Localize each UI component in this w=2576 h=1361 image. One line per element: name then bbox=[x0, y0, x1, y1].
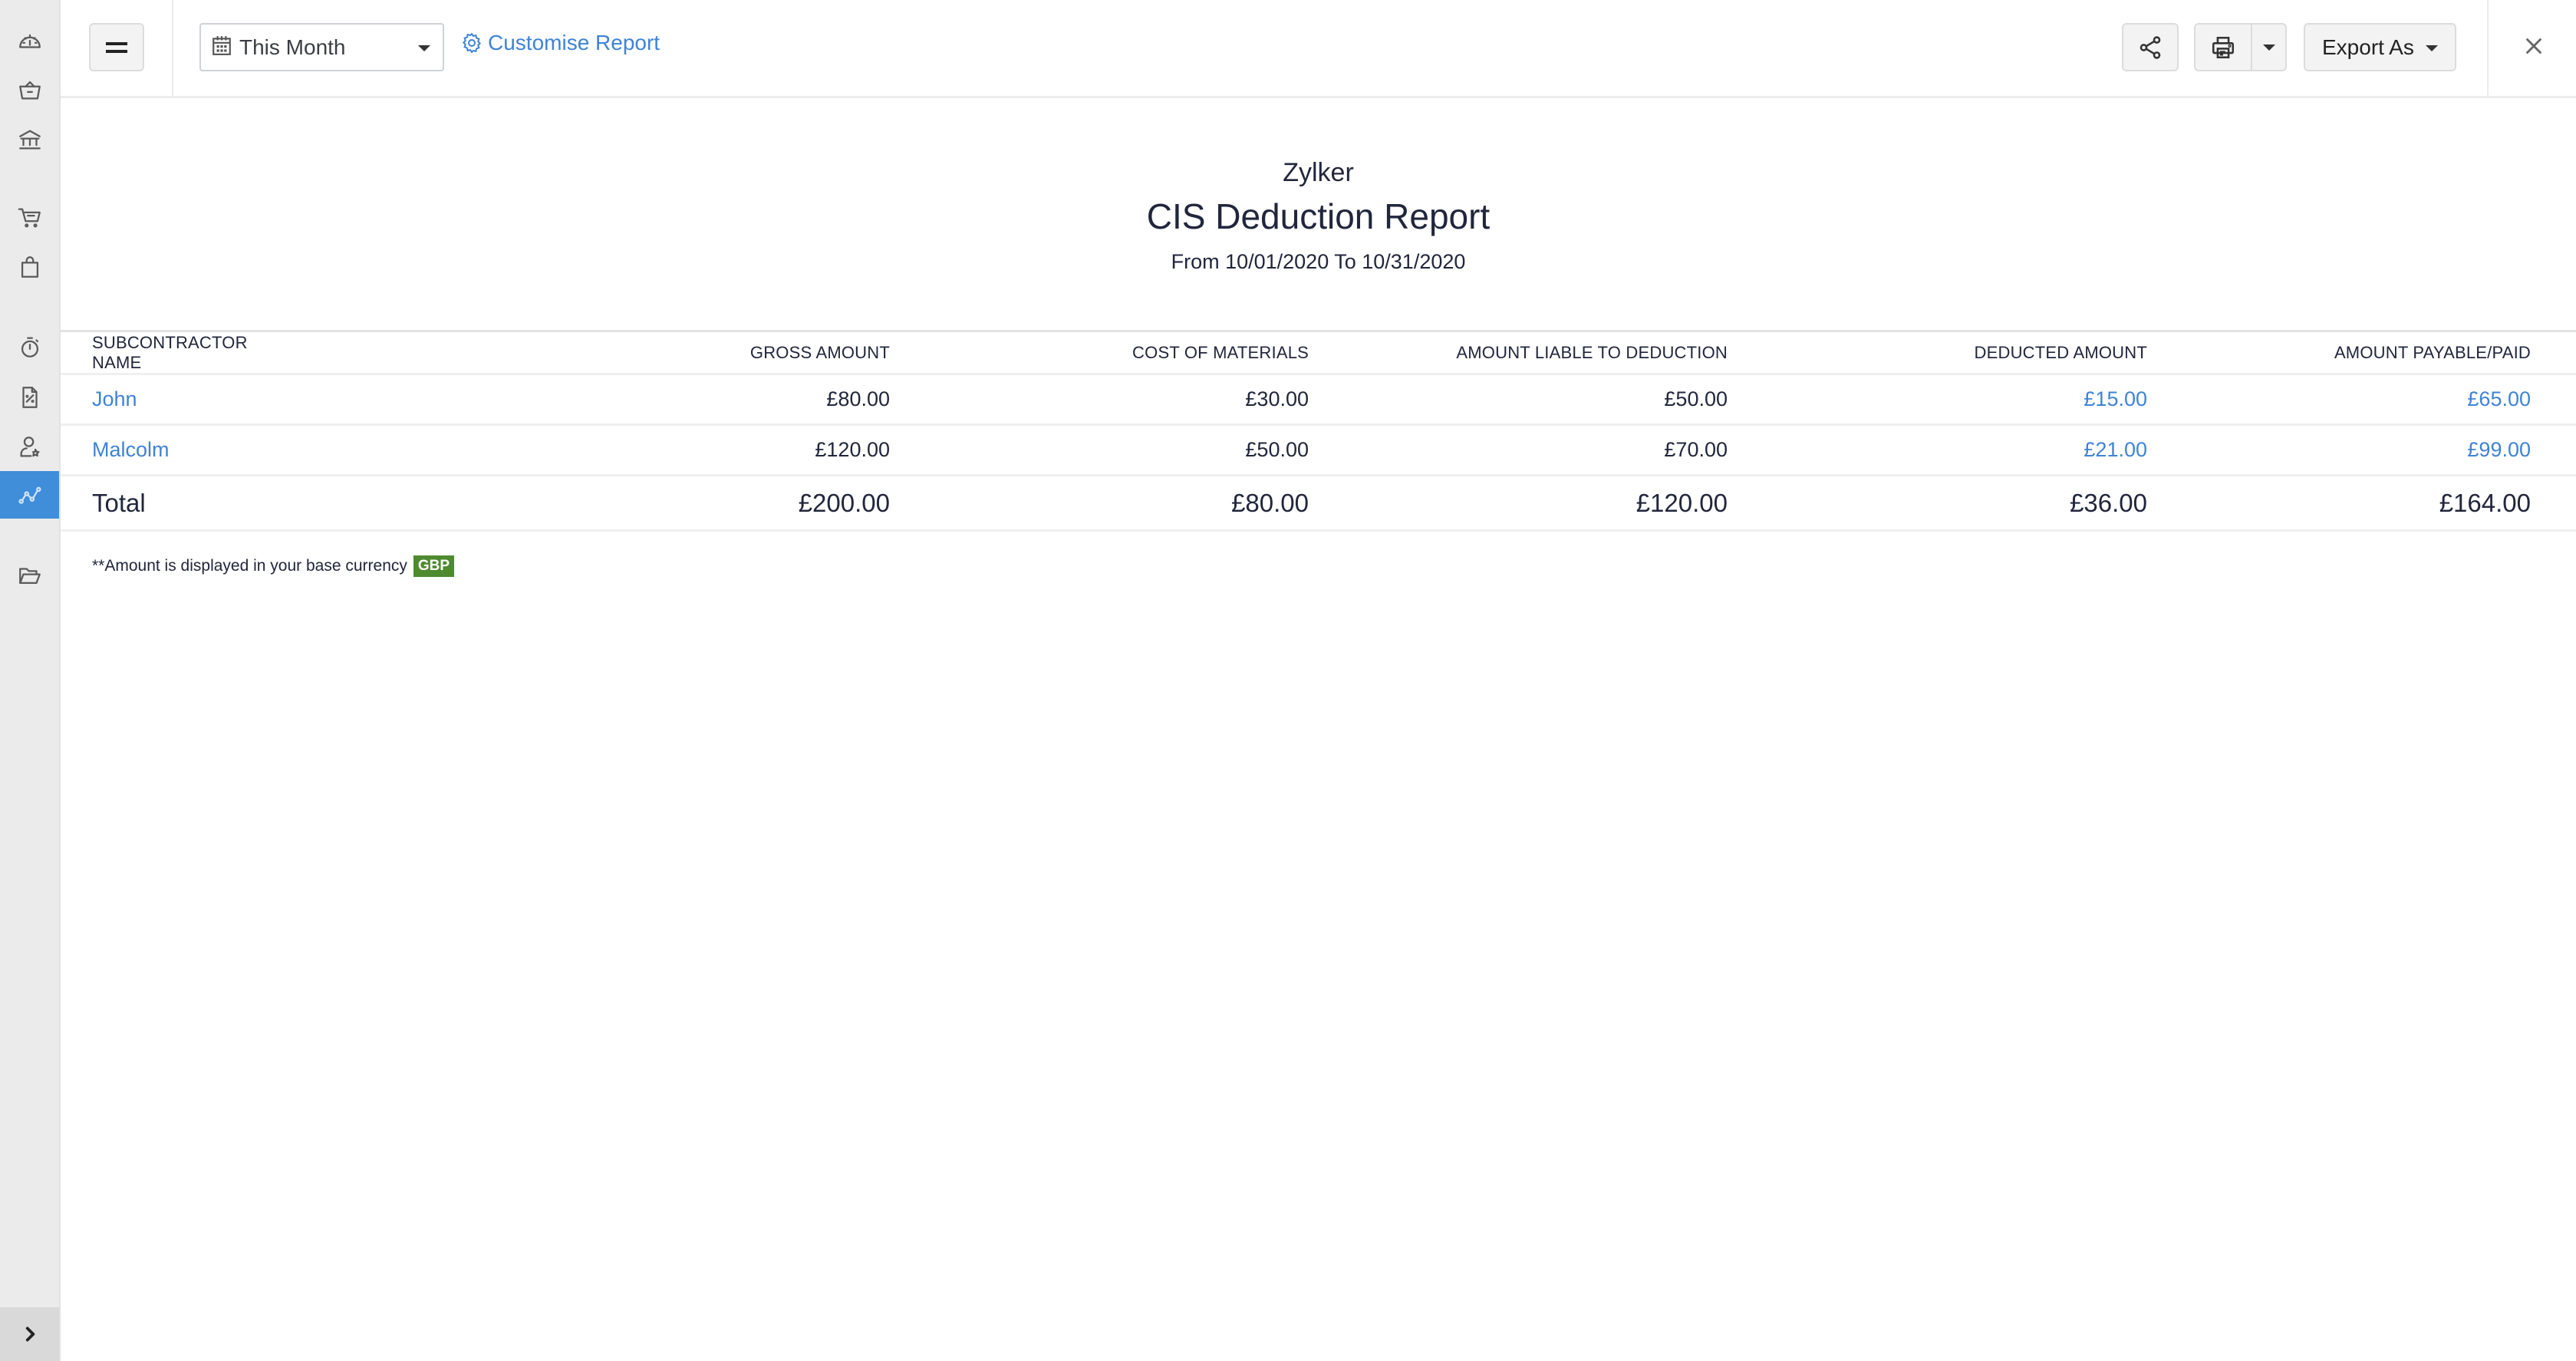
total-row: Total £200.00 £80.00 £120.00 £36.00 £164… bbox=[61, 476, 2576, 531]
date-range-value: This Month bbox=[239, 35, 346, 59]
dashboard-icon bbox=[18, 34, 41, 48]
chevron-down-icon bbox=[2426, 45, 2438, 51]
toolbar-divider bbox=[172, 0, 173, 96]
sidebar-item-accountant[interactable] bbox=[0, 424, 59, 470]
chevron-down-icon bbox=[418, 45, 430, 51]
column-header-subcontractor[interactable]: SUBCONTRACTOR NAME bbox=[61, 331, 275, 374]
deducted-amount-link[interactable]: £15.00 bbox=[1728, 374, 2147, 425]
sidebar-item-sales[interactable] bbox=[0, 67, 59, 113]
column-header-materials[interactable]: COST OF MATERIALS bbox=[890, 331, 1309, 374]
column-header-payable[interactable]: AMOUNT PAYABLE/PAID bbox=[2147, 331, 2531, 374]
sidebar-expand-button[interactable] bbox=[0, 1307, 59, 1361]
gear-icon bbox=[462, 32, 482, 54]
payable-amount-link[interactable]: £65.00 bbox=[2147, 374, 2531, 425]
footnote-text: **Amount is displayed in your base curre… bbox=[92, 557, 407, 575]
cart-icon bbox=[18, 208, 41, 228]
bag-icon bbox=[21, 256, 38, 278]
organization-name: Zylker bbox=[1283, 158, 1354, 187]
sales-basket-icon bbox=[18, 81, 41, 100]
deducted-amount-link[interactable]: £21.00 bbox=[1728, 425, 2147, 476]
tax-document-icon bbox=[21, 387, 38, 408]
sidebar-item-dashboard[interactable] bbox=[0, 18, 59, 64]
print-button-group bbox=[2194, 23, 2287, 71]
toolbar-divider bbox=[2487, 0, 2489, 96]
report-header: Zylker CIS Deduction Report From 10/01/2… bbox=[61, 153, 2576, 281]
sidebar bbox=[0, 0, 61, 1361]
column-header-deducted[interactable]: DEDUCTED AMOUNT bbox=[1728, 331, 2147, 374]
total-payable: £164.00 bbox=[2439, 488, 2531, 517]
sidebar-item-purchases[interactable] bbox=[0, 195, 59, 241]
column-header-liable[interactable]: AMOUNT LIABLE TO DEDUCTION bbox=[1309, 331, 1728, 374]
sidebar-item-time-tracking[interactable] bbox=[0, 324, 59, 370]
total-materials: £80.00 bbox=[1231, 488, 1309, 517]
user-star-icon bbox=[20, 437, 39, 457]
cost-of-materials: £50.00 bbox=[1245, 438, 1309, 461]
reports-chart-icon bbox=[18, 486, 41, 504]
folder-icon bbox=[18, 568, 41, 585]
amount-liable: £50.00 bbox=[1664, 387, 1728, 410]
print-button[interactable] bbox=[2196, 25, 2252, 70]
calendar-icon bbox=[212, 35, 232, 60]
table-header-row: SUBCONTRACTOR NAME GROSS AMOUNT COST OF … bbox=[61, 331, 2576, 374]
table-row: Malcolm £120.00 £50.00 £70.00 £21.00 £99… bbox=[61, 425, 2576, 476]
table-row: John £80.00 £30.00 £50.00 £15.00 £65.00 bbox=[61, 374, 2576, 425]
total-deducted: £36.00 bbox=[2070, 488, 2147, 517]
export-as-label: Export As bbox=[2322, 35, 2414, 59]
printer-icon bbox=[2212, 36, 2235, 58]
timer-icon bbox=[21, 337, 38, 358]
total-label: Total bbox=[92, 488, 146, 517]
report-date-range: From 10/01/2020 To 10/31/2020 bbox=[1171, 250, 1466, 273]
menu-button[interactable] bbox=[89, 23, 144, 71]
print-options-dropdown[interactable] bbox=[2252, 25, 2285, 70]
report-title: CIS Deduction Report bbox=[1146, 196, 1491, 236]
cis-deduction-table: SUBCONTRACTOR NAME GROSS AMOUNT COST OF … bbox=[61, 330, 2576, 532]
sidebar-item-items[interactable] bbox=[0, 244, 59, 290]
sidebar-item-banking[interactable] bbox=[0, 117, 59, 163]
gross-amount: £120.00 bbox=[815, 438, 890, 461]
customise-report-link[interactable]: Customise Report bbox=[460, 31, 660, 55]
bank-icon bbox=[18, 130, 41, 150]
export-as-button[interactable]: Export As bbox=[2304, 23, 2456, 71]
currency-footnote: **Amount is displayed in your base curre… bbox=[92, 555, 455, 577]
subcontractor-link[interactable]: John bbox=[61, 374, 275, 425]
close-icon bbox=[2525, 38, 2542, 54]
payable-amount-link[interactable]: £99.00 bbox=[2147, 425, 2531, 476]
date-range-select[interactable]: This Month bbox=[199, 23, 444, 71]
cost-of-materials: £30.00 bbox=[1245, 387, 1309, 410]
column-header-gross[interactable]: GROSS AMOUNT bbox=[275, 331, 890, 374]
customise-report-label: Customise Report bbox=[488, 31, 660, 54]
report-toolbar: This Month Customise Report Export As bbox=[61, 0, 2576, 98]
chevron-right-icon bbox=[25, 1326, 35, 1342]
hamburger-icon bbox=[106, 40, 127, 55]
amount-liable: £70.00 bbox=[1664, 438, 1728, 461]
gross-amount: £80.00 bbox=[826, 387, 890, 410]
total-liable: £120.00 bbox=[1636, 488, 1728, 517]
share-icon bbox=[2140, 35, 2161, 59]
sidebar-item-taxes[interactable] bbox=[0, 374, 59, 420]
share-button[interactable] bbox=[2122, 23, 2179, 71]
chevron-down-icon bbox=[2262, 44, 2275, 51]
close-button[interactable] bbox=[2517, 29, 2551, 63]
currency-badge: GBP bbox=[413, 555, 455, 577]
total-gross: £200.00 bbox=[798, 488, 890, 517]
sidebar-item-documents[interactable] bbox=[0, 552, 59, 598]
subcontractor-link[interactable]: Malcolm bbox=[61, 425, 275, 476]
sidebar-item-reports[interactable] bbox=[0, 471, 59, 519]
